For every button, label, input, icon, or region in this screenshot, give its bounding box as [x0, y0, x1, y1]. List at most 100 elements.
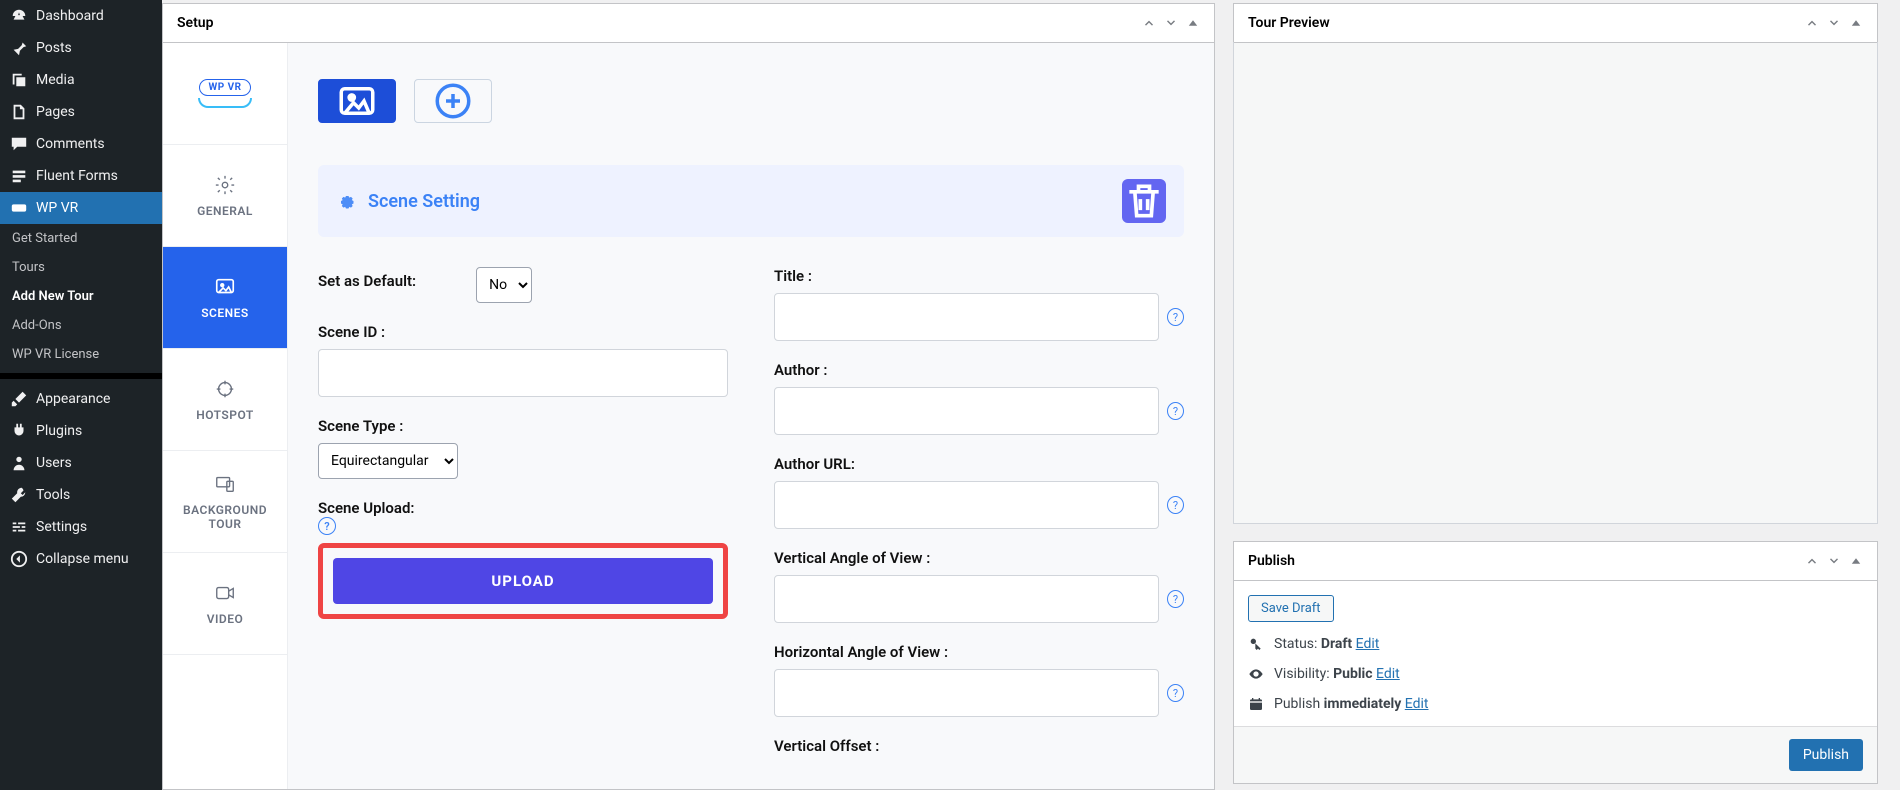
field-vaov: Vertical Angle of View : ? [774, 549, 1184, 623]
comment-icon [10, 135, 28, 153]
publish-button[interactable]: Publish [1789, 739, 1863, 771]
tab-label: GENERAL [197, 204, 253, 218]
sidebar-item-appearance[interactable]: Appearance [0, 383, 162, 415]
sidebar-sub-tours[interactable]: Tours [0, 253, 162, 282]
save-draft-button[interactable]: Save Draft [1248, 595, 1334, 622]
sidebar-item-plugins[interactable]: Plugins [0, 415, 162, 447]
tour-preview-panel: Tour Preview [1233, 3, 1878, 524]
sidebar-sub-get-started[interactable]: Get Started [0, 224, 162, 253]
eye-icon [1248, 666, 1264, 682]
setup-header: Setup [163, 4, 1214, 43]
edit-visibility-link[interactable]: Edit [1376, 666, 1400, 682]
set-default-select[interactable]: No [476, 267, 532, 303]
author-input[interactable] [774, 387, 1159, 435]
panel-up-icon[interactable] [1805, 14, 1819, 32]
info-icon[interactable]: ? [1167, 684, 1184, 702]
author-label: Author : [774, 361, 1184, 379]
sidebar-item-collapse[interactable]: Collapse menu [0, 543, 162, 575]
vaov-input[interactable] [774, 575, 1159, 623]
sidebar-item-fluentforms[interactable]: Fluent Forms [0, 160, 162, 192]
tab-general[interactable]: GENERAL [163, 145, 287, 247]
scene-id-input[interactable] [318, 349, 728, 397]
sidebar-separator [0, 373, 162, 379]
pin-icon [10, 39, 28, 57]
video-icon [214, 582, 236, 604]
publish-panel: Publish Save Draft Status: Draft Edit Vi… [1233, 541, 1878, 784]
field-scene-id: Scene ID : [318, 323, 728, 397]
sidebar-item-settings[interactable]: Settings [0, 511, 162, 543]
admin-sidebar: Dashboard Posts Media Pages Comments Flu… [0, 0, 162, 790]
sidebar-label: Fluent Forms [36, 168, 118, 184]
tab-video[interactable]: VIDEO [163, 553, 287, 655]
gear-icon [214, 174, 236, 196]
preview-header: Tour Preview [1234, 4, 1877, 43]
field-author-url: Author URL: ? [774, 455, 1184, 529]
panel-down-icon[interactable] [1827, 14, 1841, 32]
info-icon[interactable]: ? [1167, 590, 1184, 608]
field-scene-type: Scene Type : Equirectangular [318, 417, 728, 479]
sidebar-item-users[interactable]: Users [0, 447, 162, 479]
author-url-input[interactable] [774, 481, 1159, 529]
scene-tab-add[interactable] [414, 79, 492, 123]
panel-toggle-icon[interactable] [1849, 14, 1863, 32]
field-author: Author : ? [774, 361, 1184, 435]
tab-hotspot[interactable]: HOTSPOT [163, 349, 287, 451]
panel-toggle-icon[interactable] [1186, 14, 1200, 32]
sidebar-item-comments[interactable]: Comments [0, 128, 162, 160]
setup-panel: Setup WP VR GENERAL [162, 3, 1215, 790]
sidebar-sub-addons[interactable]: Add-Ons [0, 311, 162, 340]
panel-up-icon[interactable] [1142, 14, 1156, 32]
sidebar-item-tools[interactable]: Tools [0, 479, 162, 511]
target-icon [214, 378, 236, 400]
info-icon[interactable]: ? [1167, 402, 1184, 420]
panel-toggle-icon[interactable] [1849, 552, 1863, 570]
sidebar-item-wpvr[interactable]: WP VR [0, 192, 162, 224]
sidebar-item-pages[interactable]: Pages [0, 96, 162, 128]
sidebar-label: Posts [36, 40, 72, 56]
edit-schedule-link[interactable]: Edit [1405, 696, 1429, 712]
schedule-row: Publish immediately Edit [1248, 696, 1863, 712]
sidebar-sub-license[interactable]: WP VR License [0, 340, 162, 369]
plug-icon [10, 422, 28, 440]
panel-down-icon[interactable] [1164, 14, 1178, 32]
haov-input[interactable] [774, 669, 1159, 717]
preview-canvas [1233, 42, 1878, 524]
publish-title: Publish [1248, 553, 1295, 569]
scene-setting-title: Scene Setting [368, 191, 480, 212]
tab-background-tour[interactable]: BACKGROUND TOUR [163, 451, 287, 553]
field-title: Title : ? [774, 267, 1184, 341]
panel-down-icon[interactable] [1827, 552, 1841, 570]
info-icon[interactable]: ? [1167, 308, 1184, 326]
vaov-label: Vertical Angle of View : [774, 549, 1184, 567]
sidebar-item-dashboard[interactable]: Dashboard [0, 0, 162, 32]
delete-scene-button[interactable] [1122, 179, 1166, 223]
scenes-content: Scene Setting Set as Default: No Scene I… [288, 43, 1214, 790]
sidebar-item-media[interactable]: Media [0, 64, 162, 96]
info-icon[interactable]: ? [318, 517, 336, 535]
upload-button[interactable]: UPLOAD [333, 558, 713, 604]
scene-type-select[interactable]: Equirectangular [318, 443, 458, 479]
sliders-icon [10, 518, 28, 536]
vr-icon [10, 199, 28, 217]
pages-icon [10, 103, 28, 121]
info-icon[interactable]: ? [1167, 496, 1184, 514]
sidebar-label: Collapse menu [36, 551, 129, 567]
haov-label: Horizontal Angle of View : [774, 643, 1184, 661]
field-haov: Horizontal Angle of View : ? [774, 643, 1184, 717]
field-scene-upload: Scene Upload: ? UPLOAD [318, 499, 728, 619]
status-row: Status: Draft Edit [1248, 636, 1863, 652]
scene-tab-1[interactable] [318, 79, 396, 123]
collapse-icon [10, 550, 28, 568]
sidebar-label: Tools [36, 487, 70, 503]
panel-up-icon[interactable] [1805, 552, 1819, 570]
tab-label: HOTSPOT [196, 408, 254, 422]
sidebar-item-posts[interactable]: Posts [0, 32, 162, 64]
title-input[interactable] [774, 293, 1159, 341]
gauge-icon [10, 7, 28, 25]
tab-scenes[interactable]: SCENES [163, 247, 287, 349]
sidebar-label: Plugins [36, 423, 82, 439]
author-url-label: Author URL: [774, 455, 1184, 473]
wrench-icon [10, 486, 28, 504]
sidebar-sub-add-new-tour[interactable]: Add New Tour [0, 282, 162, 311]
edit-status-link[interactable]: Edit [1356, 636, 1380, 652]
